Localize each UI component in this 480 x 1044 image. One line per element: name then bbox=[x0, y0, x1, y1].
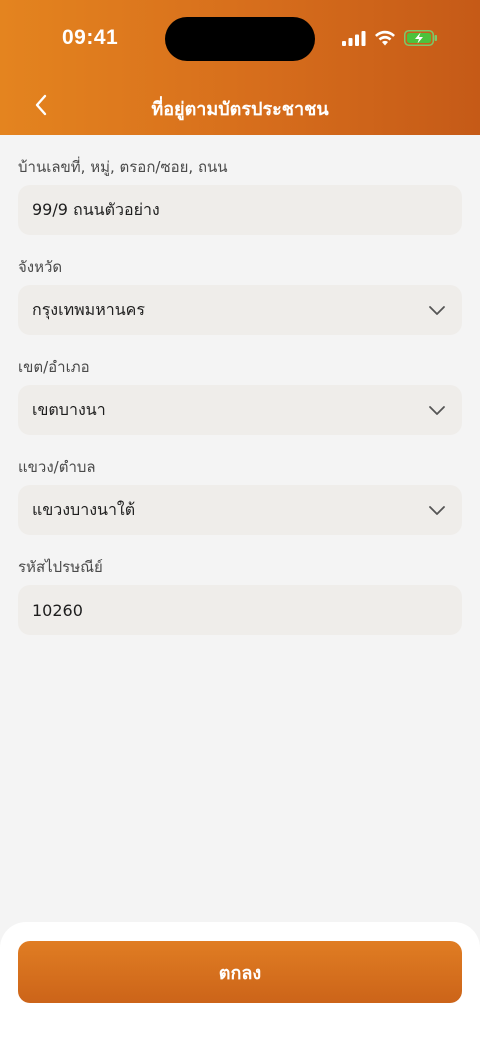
postal-code-field: รหัสไปรษณีย์ 10260 bbox=[18, 557, 462, 635]
province-value: กรุงเทพมหานคร bbox=[32, 299, 145, 319]
cellular-signal-icon bbox=[342, 30, 366, 50]
chevron-down-icon bbox=[429, 306, 445, 315]
postal-code-value: 10260 bbox=[32, 600, 83, 620]
province-select[interactable]: กรุงเทพมหานคร bbox=[18, 285, 462, 335]
status-icons bbox=[342, 30, 438, 50]
status-bar: 09:41 bbox=[0, 0, 480, 80]
dynamic-island bbox=[165, 17, 315, 61]
province-field: จังหวัด กรุงเทพมหานคร bbox=[18, 257, 462, 335]
chevron-down-icon bbox=[429, 406, 445, 415]
subdistrict-field: แขวง/ตำบล แขวงบางนาใต้ bbox=[18, 457, 462, 535]
status-time: 09:41 bbox=[62, 26, 119, 49]
nav-bar: ที่อยู่ตามบัตรประชาชน bbox=[0, 80, 480, 135]
house-number-input[interactable]: 99/9 ถนนตัวอย่าง bbox=[18, 185, 462, 235]
address-form: บ้านเลขที่, หมู่, ตรอก/ซอย, ถนน 99/9 ถนน… bbox=[18, 135, 462, 635]
wifi-icon bbox=[374, 30, 396, 50]
district-label: เขต/อำเภอ bbox=[18, 358, 90, 376]
postal-code-input[interactable]: 10260 bbox=[18, 585, 462, 635]
district-select[interactable]: เขตบางนา bbox=[18, 385, 462, 435]
house-number-value: 99/9 ถนนตัวอย่าง bbox=[32, 199, 160, 219]
page-title: ที่อยู่ตามบัตรประชาชน bbox=[151, 99, 329, 120]
subdistrict-label: แขวง/ตำบล bbox=[18, 458, 96, 476]
house-number-field: บ้านเลขที่, หมู่, ตรอก/ซอย, ถนน 99/9 ถนน… bbox=[18, 157, 462, 235]
house-number-label: บ้านเลขที่, หมู่, ตรอก/ซอย, ถนน bbox=[18, 158, 228, 176]
postal-code-label: รหัสไปรษณีย์ bbox=[18, 558, 103, 576]
confirm-button[interactable]: ตกลง bbox=[18, 941, 462, 1003]
district-value: เขตบางนา bbox=[32, 399, 106, 419]
province-label: จังหวัด bbox=[18, 258, 63, 276]
bottom-action-panel: ตกลง bbox=[0, 922, 480, 1044]
subdistrict-select[interactable]: แขวงบางนาใต้ bbox=[18, 485, 462, 535]
battery-charging-icon bbox=[404, 30, 438, 50]
district-field: เขต/อำเภอ เขตบางนา bbox=[18, 357, 462, 435]
app-header: 09:41 ที่อยู่ตามบัตรประชาชน bbox=[0, 0, 480, 135]
chevron-down-icon bbox=[429, 506, 445, 515]
subdistrict-value: แขวงบางนาใต้ bbox=[32, 499, 136, 519]
